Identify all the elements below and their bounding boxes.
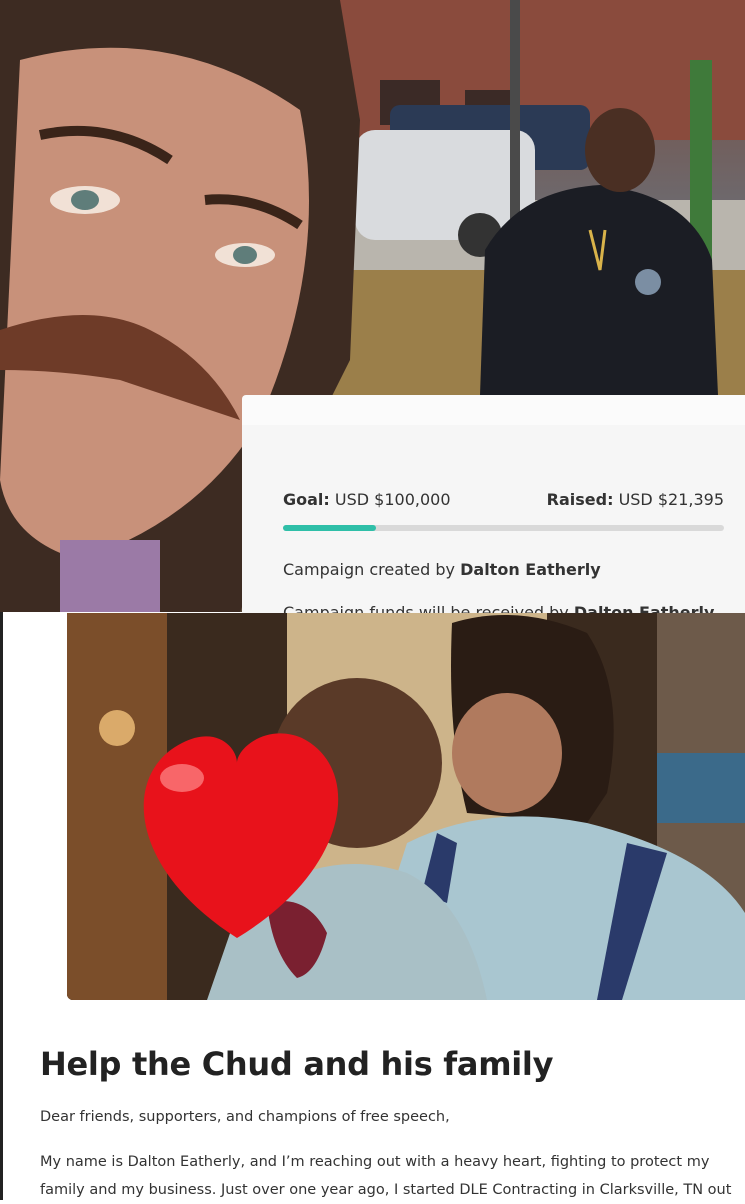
family-photo-illustration bbox=[67, 613, 745, 1000]
progress-bar bbox=[283, 525, 724, 531]
raised-amount: Raised: USD $21,395 bbox=[547, 490, 724, 509]
raised-value: USD $21,395 bbox=[618, 490, 724, 509]
goal-label: Goal: bbox=[283, 490, 330, 509]
campaign-card: Goal: USD $100,000 Raised: USD $21,395 C… bbox=[242, 395, 745, 622]
page-edge-divider bbox=[0, 612, 3, 1200]
campaign-title: Help the Chud and his family bbox=[40, 1045, 554, 1083]
story-paragraph: My name is Dalton Eatherly, and I’m reac… bbox=[40, 1154, 732, 1198]
progress-bar-fill bbox=[283, 525, 376, 531]
creator-prefix: Campaign created by bbox=[283, 560, 456, 579]
goal-raised-row: Goal: USD $100,000 Raised: USD $21,395 bbox=[283, 490, 724, 509]
family-photo bbox=[67, 613, 745, 1000]
raised-label: Raised: bbox=[546, 490, 614, 509]
creator-name[interactable]: Dalton Eatherly bbox=[460, 560, 601, 579]
campaign-story: Help the Chud and his family Dear friend… bbox=[40, 1045, 731, 1198]
goal-value: USD $100,000 bbox=[334, 490, 451, 509]
story-greeting: Dear friends, supporters, and champions … bbox=[40, 1109, 450, 1125]
goal-amount: Goal: USD $100,000 bbox=[283, 490, 451, 509]
campaign-creator-line: Campaign created by Dalton Eatherly bbox=[283, 560, 601, 579]
campaign-card-body: Goal: USD $100,000 Raised: USD $21,395 C… bbox=[242, 425, 745, 622]
